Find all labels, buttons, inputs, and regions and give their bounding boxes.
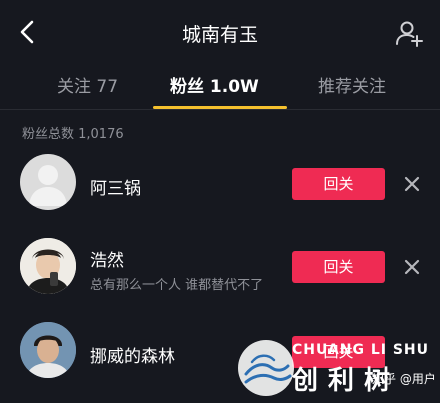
follow-back-button[interactable]: 回关 [292, 168, 385, 200]
tab-recommended[interactable]: 推荐关注 [318, 72, 386, 97]
user-avatar[interactable] [20, 238, 76, 294]
top-bar: 城南有玉 [0, 0, 440, 64]
tab-fans[interactable]: 粉丝 1.0W [170, 72, 259, 97]
list-item[interactable]: 浩然 总有那么一个人 谁都替代不了 回关 [0, 232, 440, 302]
default-avatar-icon[interactable] [20, 154, 76, 210]
follow-back-button[interactable]: 回关 [292, 251, 385, 283]
list-item[interactable]: 阿三锅 回关 [0, 148, 440, 218]
wave-logo-icon [238, 340, 294, 396]
brand-watermark: CHUANG LI SHU 创利树 知乎 @用户 [232, 338, 440, 403]
page-title: 城南有玉 [181, 24, 258, 46]
user-avatar[interactable] [20, 322, 76, 378]
follower-name[interactable]: 挪威的森林 [90, 342, 175, 367]
watermark-brand-en: CHUANG LI SHU [292, 342, 430, 358]
add-user-icon[interactable] [394, 18, 424, 48]
follower-name[interactable]: 浩然 [90, 246, 124, 271]
watermark-source: 知乎 @用户 [372, 372, 436, 386]
close-icon[interactable] [402, 257, 422, 277]
close-icon[interactable] [402, 174, 422, 194]
fans-total-count: 粉丝总数 1,0176 [22, 127, 124, 142]
follower-name[interactable]: 阿三锅 [90, 174, 141, 199]
tab-divider [0, 109, 440, 110]
tab-following[interactable]: 关注 77 [57, 72, 118, 97]
follower-bio: 总有那么一个人 谁都替代不了 [90, 278, 264, 293]
tab-bar: 关注 77 粉丝 1.0W 推荐关注 [0, 62, 440, 108]
